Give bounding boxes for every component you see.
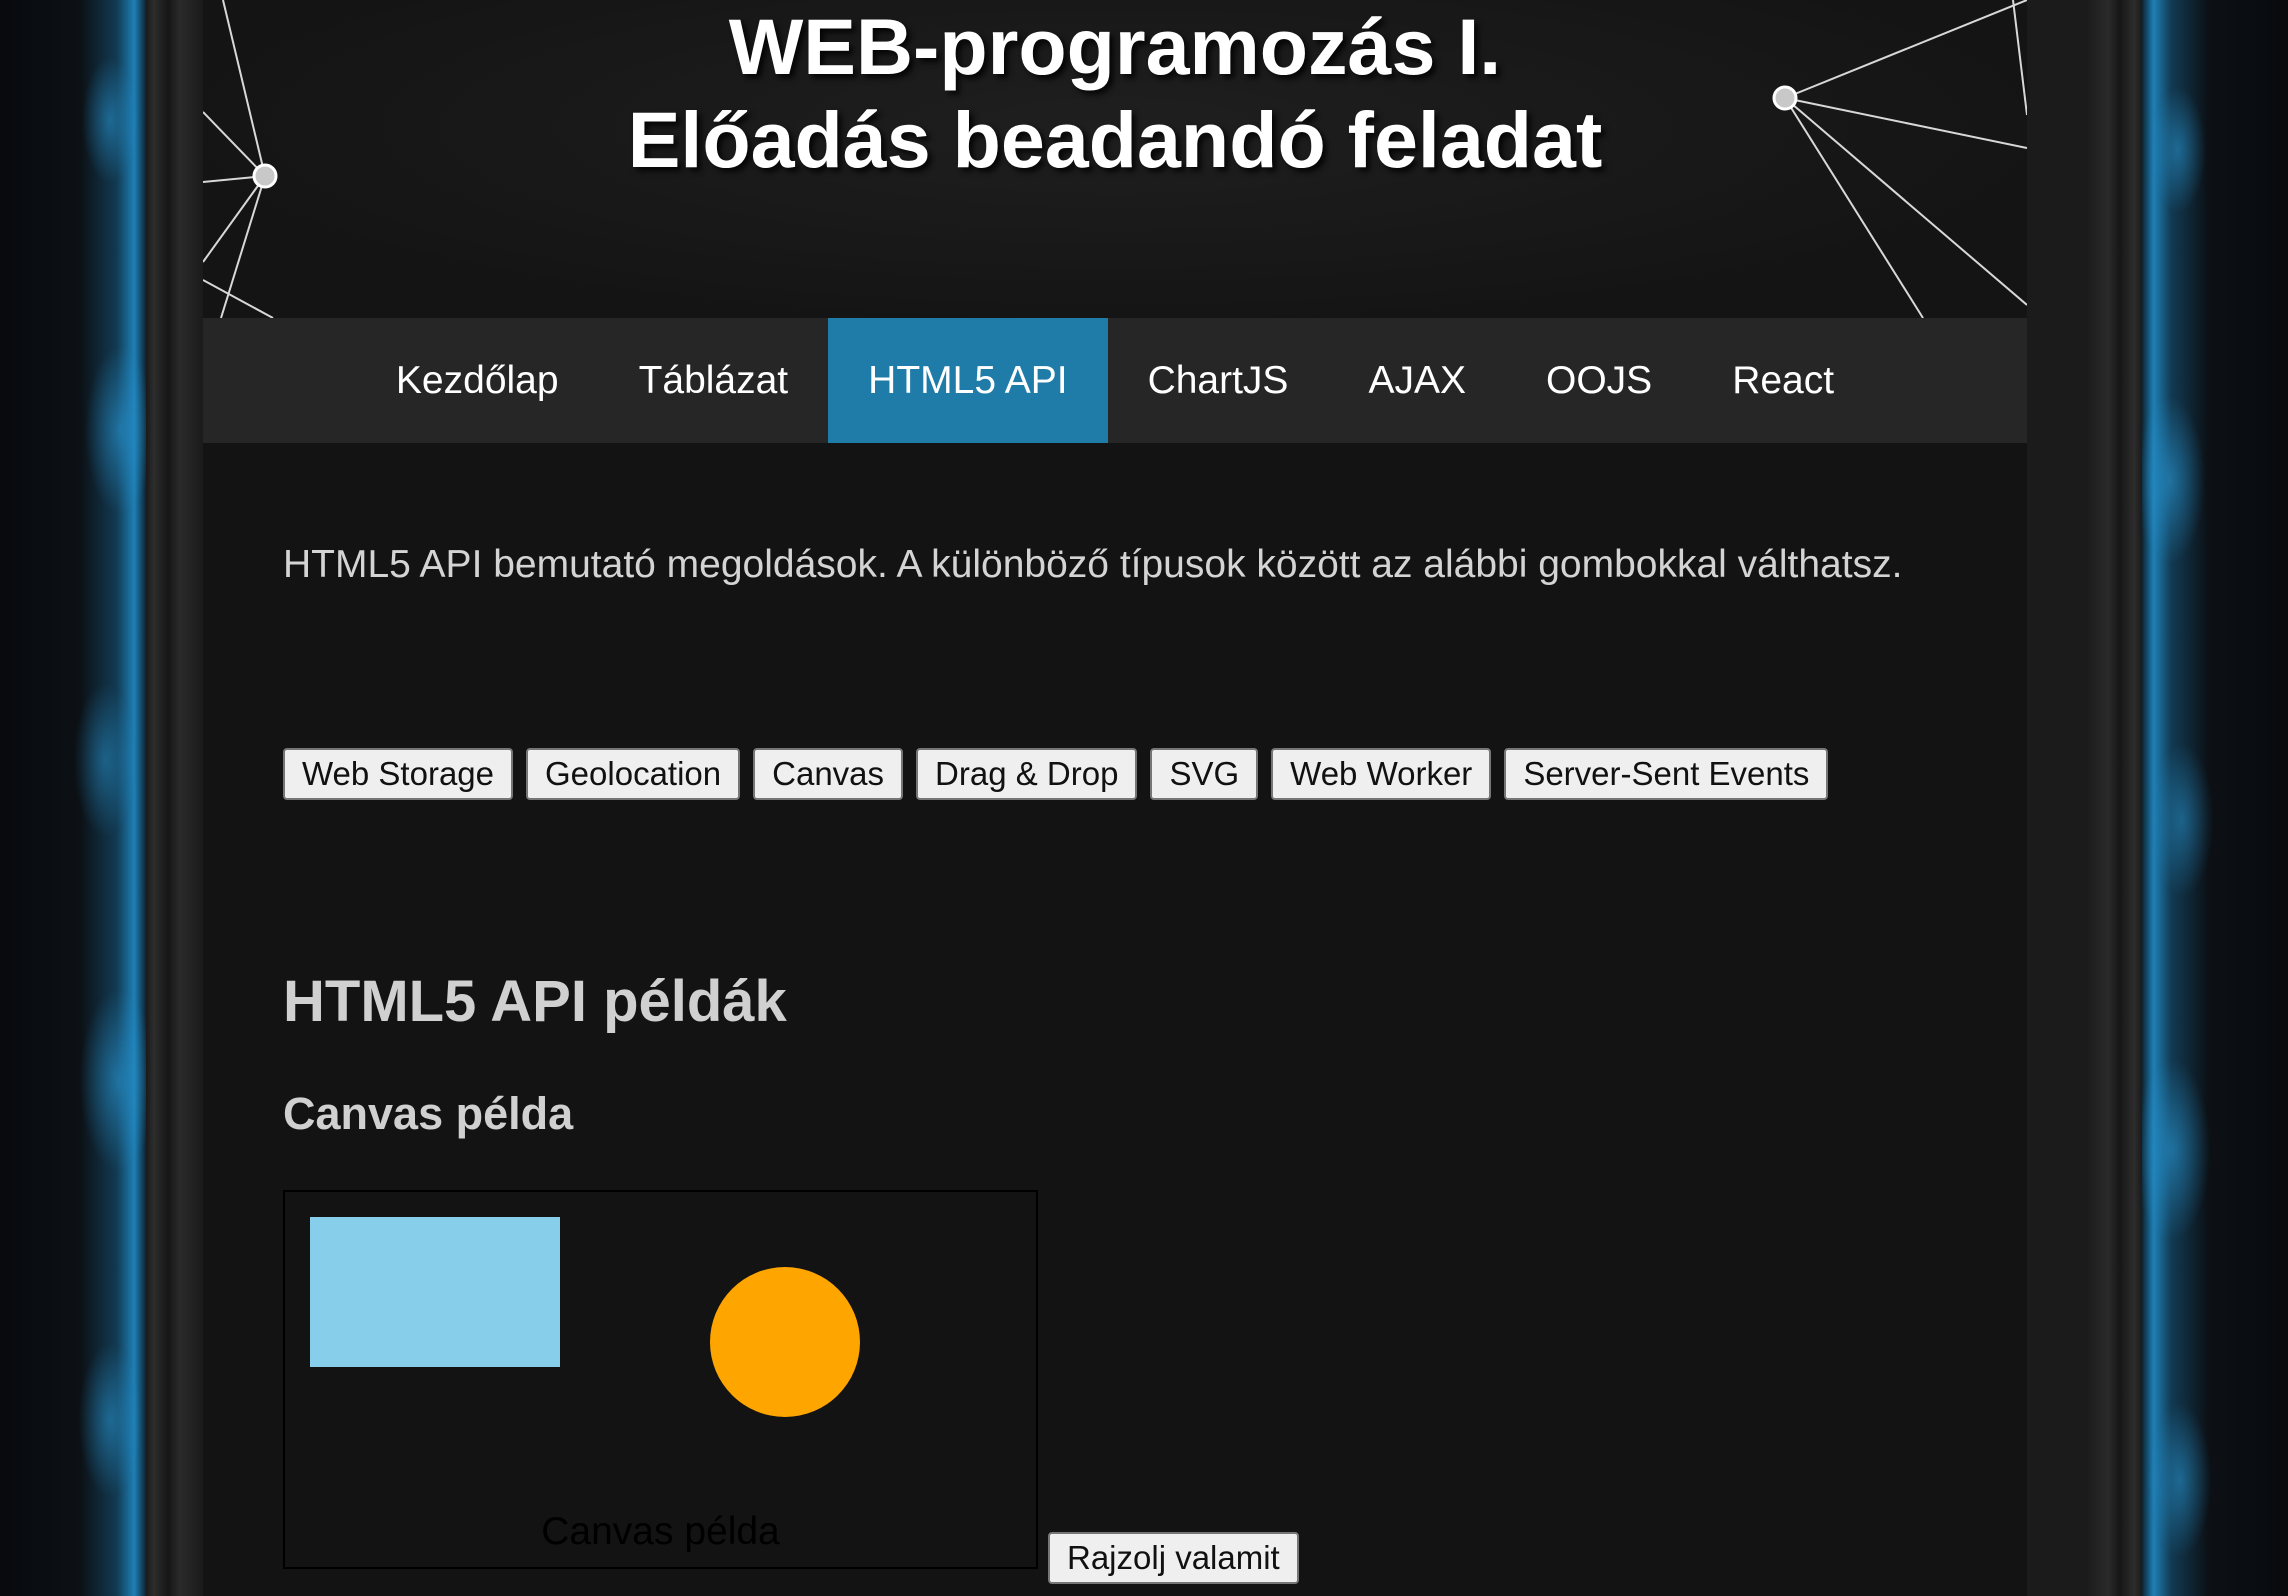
site-header: WEB-programozás I. Előadás beadandó fela…	[203, 0, 2027, 318]
background-right-glow	[2142, 0, 2288, 1596]
page: WEB-programozás I. Előadás beadandó fela…	[203, 0, 2027, 1596]
canvas-caption: Canvas példa	[541, 1510, 780, 1553]
nav-item-html5-api[interactable]: HTML5 API	[828, 318, 1108, 443]
section-heading: HTML5 API példák	[283, 969, 787, 1034]
canvas-rectangle	[310, 1217, 560, 1367]
site-title: WEB-programozás I. Előadás beadandó fela…	[203, 0, 2027, 186]
canvas-area[interactable]: Canvas példa	[283, 1190, 1038, 1569]
nav-item-kezdolap[interactable]: Kezdőlap	[356, 318, 599, 443]
draw-button[interactable]: Rajzolj valamit	[1048, 1532, 1299, 1584]
subsection-heading: Canvas példa	[283, 1088, 574, 1139]
site-title-line1: WEB-programozás I.	[728, 2, 1502, 91]
server-sent-events-button[interactable]: Server-Sent Events	[1504, 748, 1829, 800]
nav-item-chartjs[interactable]: ChartJS	[1108, 318, 1329, 443]
background-left-glow	[0, 0, 146, 1596]
web-worker-button[interactable]: Web Worker	[1271, 748, 1492, 800]
nav-item-tablazat[interactable]: Táblázat	[599, 318, 829, 443]
nav-item-oojs[interactable]: OOJS	[1506, 318, 1692, 443]
web-storage-button[interactable]: Web Storage	[283, 748, 514, 800]
site-title-line2: Előadás beadandó feladat	[627, 95, 1603, 184]
nav-item-react[interactable]: React	[1692, 318, 1874, 443]
intro-text: HTML5 API bemutató megoldások. A különbö…	[283, 543, 1903, 586]
geolocation-button[interactable]: Geolocation	[526, 748, 741, 800]
canvas-circle	[710, 1267, 860, 1417]
main-nav: Kezdőlap Táblázat HTML5 API ChartJS AJAX…	[203, 318, 2027, 443]
svg-button[interactable]: SVG	[1150, 748, 1259, 800]
canvas-button[interactable]: Canvas	[753, 748, 904, 800]
api-button-group: Web Storage Geolocation Canvas Drag & Dr…	[283, 748, 1829, 800]
drag-drop-button[interactable]: Drag & Drop	[916, 748, 1138, 800]
nav-item-ajax[interactable]: AJAX	[1328, 318, 1506, 443]
